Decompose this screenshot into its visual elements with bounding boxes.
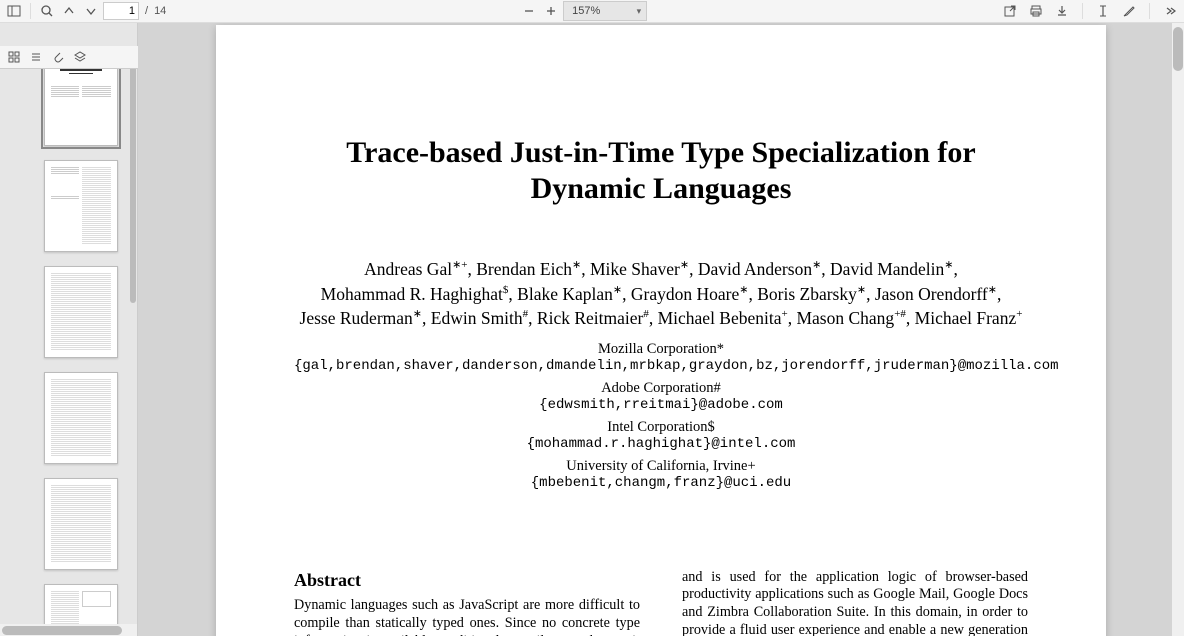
affiliation-uci: University of California, Irvine+ {mbebe… [294,458,1028,491]
thumbnail-page-5[interactable] [44,478,118,570]
thumbnail-page-4[interactable] [44,372,118,464]
abstract-text: Dynamic languages such as JavaScript are… [294,597,640,636]
text-select-button[interactable] [1093,1,1113,21]
open-external-button[interactable] [1000,1,1020,21]
thumbnail-page-3[interactable] [44,266,118,358]
zoom-select[interactable]: 157% [563,1,647,21]
sidebar [0,23,138,636]
attachments-button[interactable] [48,47,68,67]
more-tools-button[interactable] [1160,1,1180,21]
viewer-scrollbar-thumb[interactable] [1173,27,1183,71]
separator [1149,3,1150,19]
zoom-in-button[interactable] [541,1,561,21]
affiliation-intel: Intel Corporation$ {mohammad.r.haghighat… [294,419,1028,452]
affiliation-mozilla: Mozilla Corporation* {gal,brendan,shaver… [294,341,1028,374]
abstract-heading: Abstract [294,569,640,592]
thumbnails-view-button[interactable] [4,47,24,67]
outline-view-button[interactable] [26,47,46,67]
thumbnail-page-2[interactable] [44,160,118,252]
separator [30,3,31,19]
page-content: Trace-based Just-in-Time Type Specializa… [216,25,1106,636]
prev-page-button[interactable] [59,1,79,21]
abstract-left-column: Abstract Dynamic languages such as JavaS… [294,569,640,636]
next-page-button[interactable] [81,1,101,21]
sidebar-scrollbar[interactable] [130,53,136,303]
download-button[interactable] [1052,1,1072,21]
abstract-right-column: and is used for the application logic of… [682,569,1028,636]
layers-button[interactable] [70,47,90,67]
zoom-out-button[interactable] [519,1,539,21]
zoom-value: 157% [572,5,600,17]
toggle-sidebar-button[interactable] [4,1,24,21]
affiliation-adobe: Adobe Corporation# {edwsmith,rreitmai}@a… [294,380,1028,413]
page-number-input[interactable] [103,2,139,20]
search-button[interactable] [37,1,57,21]
draw-button[interactable] [1119,1,1139,21]
total-pages-label: 14 [154,5,166,17]
paper-title: Trace-based Just-in-Time Type Specializa… [294,135,1028,207]
top-toolbar: / 14 157% [0,0,1184,23]
page-separator: / [145,5,148,17]
viewer-scrollbar-track[interactable] [1172,23,1184,636]
sidebar-toolbar [0,46,138,69]
document-viewer[interactable]: Trace-based Just-in-Time Type Specializa… [138,23,1184,636]
print-button[interactable] [1026,1,1046,21]
sidebar-h-scrollbar[interactable] [0,624,138,636]
paper-authors: Andreas Gal∗+, Brendan Eich∗, Mike Shave… [294,257,1028,331]
intro-text-p1: and is used for the application logic of… [682,569,1028,636]
separator [1082,3,1083,19]
